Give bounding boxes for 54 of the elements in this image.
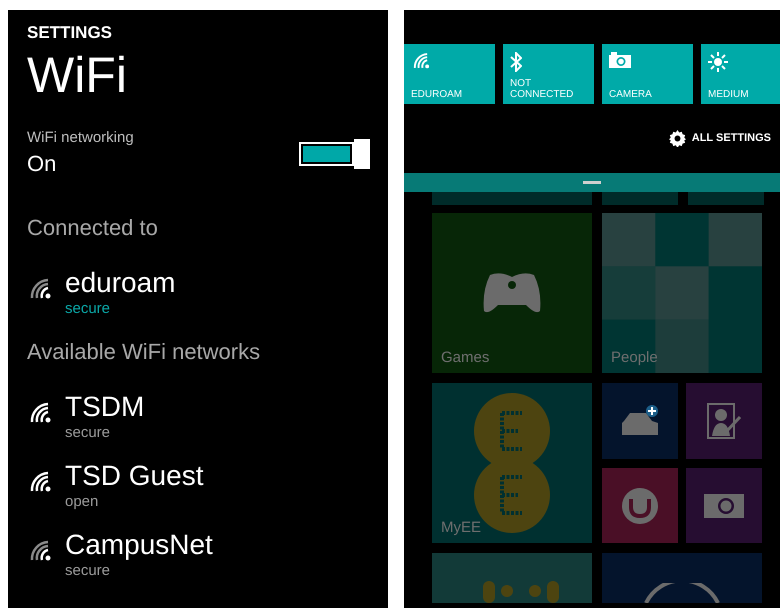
live-tile[interactable] — [432, 192, 592, 205]
network-item[interactable]: CampusNet secure — [27, 528, 388, 580]
section-heading: Connected to — [27, 214, 159, 242]
network-security: open — [65, 493, 100, 511]
portrait-pen-icon — [707, 403, 741, 439]
bluetooth-icon — [510, 52, 522, 72]
drag-handle-bar[interactable] — [404, 173, 780, 192]
tile-label: Games — [441, 349, 490, 367]
setting-label: WiFi networking — [27, 129, 134, 147]
quick-action-label: MEDIUM — [708, 89, 750, 100]
tile-label: People — [611, 349, 658, 367]
wifi-icon — [411, 52, 431, 70]
live-tile[interactable] — [686, 383, 762, 459]
live-tile[interactable] — [686, 468, 762, 543]
live-tile[interactable] — [602, 192, 678, 205]
live-tile[interactable] — [602, 468, 678, 543]
quick-action-tile[interactable]: EDUROAM — [404, 44, 495, 104]
network-name: eduroam — [65, 266, 176, 300]
ring-icon — [642, 583, 722, 603]
quick-action-label: EDUROAM — [411, 89, 464, 100]
network-name: TSDM — [65, 390, 144, 424]
quick-action-label: NOT CONNECTED — [510, 78, 574, 100]
camera-icon — [704, 494, 744, 518]
network-name: TSD Guest — [65, 459, 204, 493]
live-tile[interactable]: Games — [432, 213, 592, 373]
smiley-icon — [621, 486, 659, 524]
quick-action-tile[interactable]: NOT CONNECTED — [503, 44, 594, 104]
all-settings-link[interactable]: ALL SETTINGS — [692, 130, 771, 147]
network-item[interactable]: TSD Guest open — [27, 459, 388, 511]
live-tile[interactable] — [602, 383, 678, 459]
camera-icon — [609, 52, 631, 68]
network-name: CampusNet — [65, 528, 213, 562]
network-item[interactable]: TSDM secure — [27, 390, 388, 442]
live-tile[interactable]: MyEE — [432, 383, 592, 543]
tile-label: MyEE — [441, 519, 482, 537]
section-heading: Available WiFi networks — [27, 338, 262, 366]
quick-action-tile[interactable]: MEDIUM — [701, 44, 780, 104]
network-security: secure — [65, 562, 112, 580]
page-title: WiFi — [27, 46, 128, 105]
setting-value: On — [27, 150, 58, 178]
network-item[interactable]: eduroam secure — [27, 266, 388, 318]
live-tile[interactable] — [688, 192, 764, 205]
quick-action-tile[interactable]: CAMERA — [602, 44, 693, 104]
settings-icon[interactable] — [668, 130, 686, 147]
app-title: SETTINGS — [27, 23, 114, 43]
live-tile[interactable] — [602, 553, 762, 603]
live-tile[interactable] — [432, 553, 592, 603]
toggle-switch[interactable] — [299, 139, 370, 169]
car-plus-icon — [620, 405, 660, 437]
network-security: secure — [65, 300, 112, 318]
brightness-icon — [708, 52, 728, 72]
live-tile[interactable]: People — [602, 213, 762, 373]
quick-action-label: CAMERA — [609, 89, 653, 100]
network-security: secure — [65, 424, 112, 442]
